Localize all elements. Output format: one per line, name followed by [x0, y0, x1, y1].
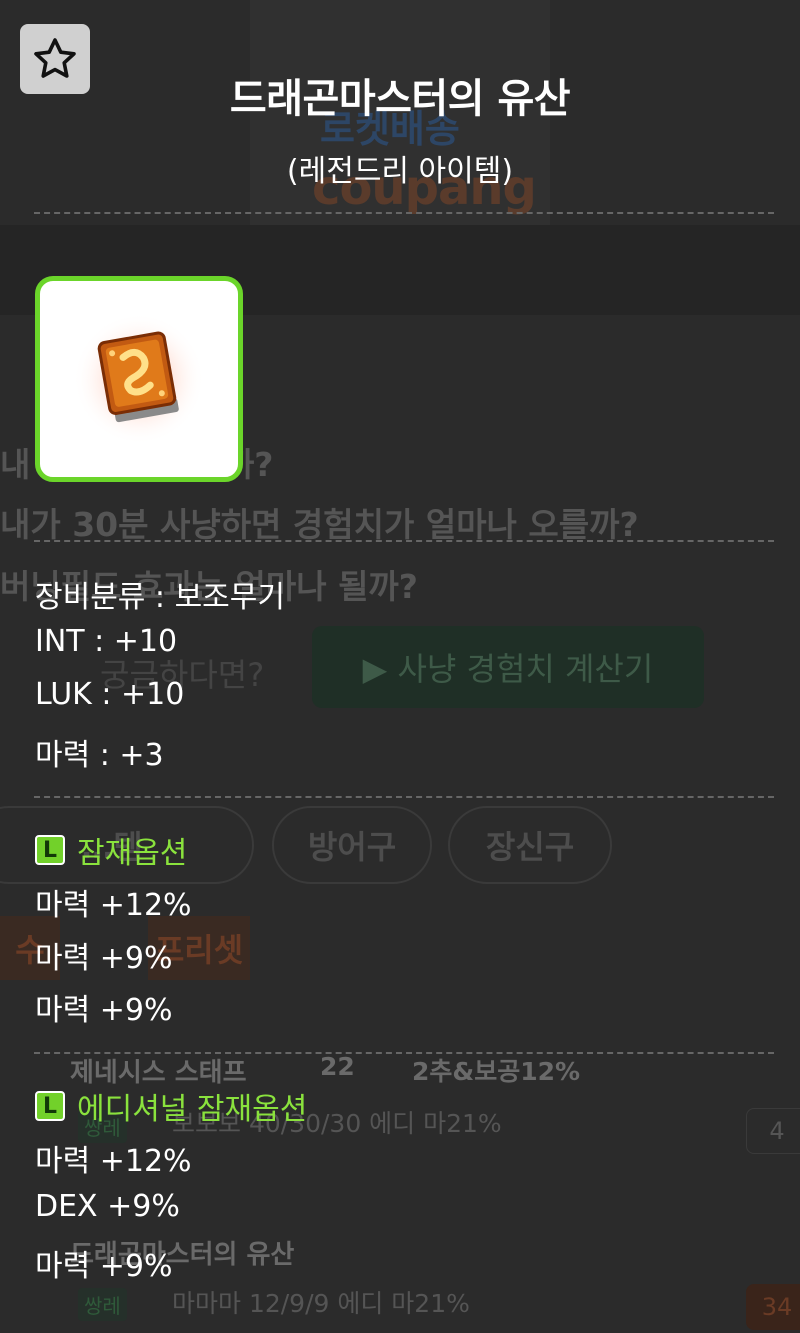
equipment-category: 장비분류 : 보조무기 — [35, 580, 285, 615]
additional-potential-line: 마력 +9% — [35, 1249, 173, 1284]
additional-potential-title: 에디셔널 잠재옵션 — [77, 1092, 308, 1127]
item-icon-frame — [35, 276, 243, 482]
additional-potential-header: L 에디셔널 잠재옵션 — [35, 1084, 307, 1128]
background-listing-grade: 쌍레 — [78, 1288, 127, 1321]
stat-luk: LUK : +10 — [35, 677, 185, 712]
stat-magic-attack: 마력 : +3 — [35, 738, 164, 773]
item-title: 드래곤마스터의 유산 — [229, 76, 571, 122]
potential-line: 마력 +9% — [35, 993, 173, 1028]
background-listing-stars: 22 — [320, 1052, 355, 1081]
background-category-tab: 장신구 — [448, 806, 612, 884]
dragon-master-book-icon — [73, 313, 205, 445]
divider — [34, 212, 774, 214]
background-listing-options: 마마마 12/9/9 에디 마21% — [172, 1289, 470, 1318]
background-question: 내가 30분 사냥하면 경험치가 얼마나 오를까? — [0, 505, 639, 544]
item-rarity: (레전드리 아이템) — [286, 154, 514, 189]
legendary-badge-icon: L — [35, 835, 65, 865]
additional-potential-line: 마력 +12% — [35, 1144, 192, 1179]
background-listing-extra: 2추&보공12% — [412, 1057, 581, 1086]
stat-int: INT : +10 — [35, 624, 178, 659]
potential-line: 마력 +9% — [35, 941, 173, 976]
legendary-badge-icon: L — [35, 1091, 65, 1121]
divider — [34, 540, 774, 542]
potential-header: L 잠재옵션 — [35, 828, 187, 872]
divider — [34, 1052, 774, 1054]
additional-potential-line: DEX +9% — [35, 1189, 180, 1224]
background-category-tab: 방어구 — [272, 806, 432, 884]
background-page: 로켓배송 coupang 내 ... 는 어디일까? 내가 30분 사냥하면 경… — [0, 0, 800, 1333]
potential-line: 마력 +12% — [35, 888, 192, 923]
background-listing-price: 4 — [746, 1108, 800, 1154]
potential-title: 잠재옵션 — [77, 836, 188, 871]
background-listing-price: 34 — [746, 1284, 800, 1330]
background-exp-calculator-button: ▶ 사냥 경험치 계산기 — [312, 626, 704, 708]
divider — [34, 796, 774, 798]
